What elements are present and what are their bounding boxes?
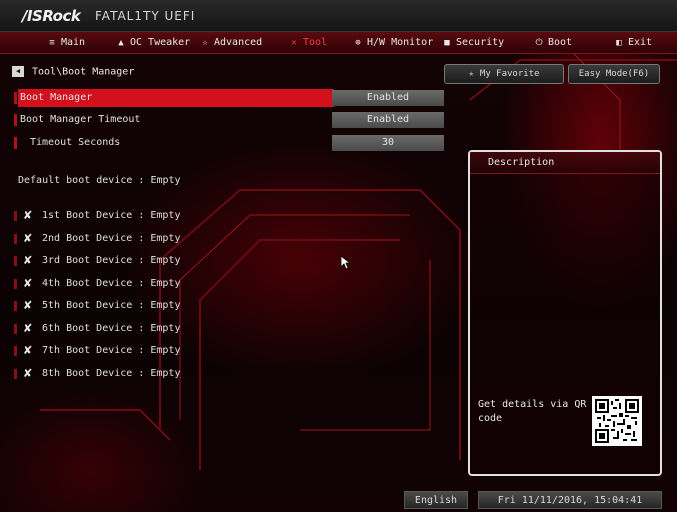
tool-icon: ✕ xyxy=(291,38,297,48)
setting-label: Timeout Seconds xyxy=(30,137,121,148)
boot-device-item[interactable]: ✘ 5th Boot Device : Empty xyxy=(14,297,214,315)
tab-security[interactable]: ■ Security xyxy=(441,35,504,51)
description-header: Description xyxy=(470,152,660,174)
tab-security-label: Security xyxy=(456,37,505,48)
tab-exit-label: Exit xyxy=(628,37,653,48)
star-icon: ☆ xyxy=(202,38,208,48)
tab-tool-label: Tool xyxy=(303,37,328,48)
default-boot-device-text: Default boot device : Empty xyxy=(18,175,181,186)
wrench-screwdriver-icon: ✘ xyxy=(24,231,32,246)
wrench-screwdriver-icon: ✘ xyxy=(24,321,32,336)
boot-device-item[interactable]: ✘ 6th Boot Device : Empty xyxy=(14,320,214,338)
wrench-screwdriver-icon: ✘ xyxy=(24,276,32,291)
main-menu-bar: ≡ Main ▲ OC Tweaker ☆ Advanced ✕ Tool ⊕ H/W M… xyxy=(0,32,677,54)
brand-logo: /ISRock xyxy=(22,7,81,25)
tab-boot[interactable]: ⏻ Boot xyxy=(533,35,572,51)
boot-device-label: 1st Boot Device : Empty xyxy=(42,210,181,221)
qr-instruction-text: Get details via QR code xyxy=(478,399,587,424)
easy-mode-button[interactable]: Easy Mode(F6) xyxy=(568,64,660,84)
wrench-screwdriver-icon: ✘ xyxy=(24,253,32,268)
boot-device-label: 8th Boot Device : Empty xyxy=(42,368,181,379)
breadcrumb-text: Tool\Boot Manager xyxy=(32,66,135,78)
exit-icon: ◧ xyxy=(616,38,622,48)
boot-device-label: 7th Boot Device : Empty xyxy=(42,345,181,356)
boot-device-label: 5th Boot Device : Empty xyxy=(42,300,181,311)
qr-code-image xyxy=(592,396,642,446)
power-icon: ⏻ xyxy=(535,38,543,48)
boot-device-label: 4th Boot Device : Empty xyxy=(42,278,181,289)
setting-row-boot-manager[interactable]: Boot Manager Enabled xyxy=(14,89,456,107)
boot-device-item[interactable]: ✘ 1st Boot Device : Empty xyxy=(14,207,214,225)
row-marker xyxy=(14,279,17,289)
description-title: Description xyxy=(488,157,555,168)
tab-oc-tweaker-label: OC Tweaker xyxy=(130,37,191,48)
tab-boot-label: Boot xyxy=(548,37,573,48)
language-button[interactable]: English xyxy=(404,491,468,509)
tab-advanced-label: Advanced xyxy=(214,37,263,48)
setting-value-dropdown[interactable]: Enabled xyxy=(332,112,444,128)
setting-label: Boot Manager Timeout xyxy=(20,114,141,125)
back-arrow-icon[interactable]: ◀ xyxy=(12,66,24,77)
date-time-display: Fri 11/11/2016, 15:04:41 xyxy=(478,491,662,509)
my-favorite-label: My Favorite xyxy=(479,69,540,79)
list-icon: ≡ xyxy=(49,38,55,48)
star-icon: ★ xyxy=(468,69,474,79)
row-marker xyxy=(14,137,17,149)
description-panel: Description Get details via QR code xyxy=(468,150,662,476)
easy-mode-label: Easy Mode(F6) xyxy=(578,69,650,79)
boot-device-label: 2nd Boot Device : Empty xyxy=(42,233,181,244)
boot-device-label: 3rd Boot Device : Empty xyxy=(42,255,181,266)
rocket-icon: ▲ xyxy=(118,38,124,48)
wrench-screwdriver-icon: ✘ xyxy=(24,298,32,313)
row-marker xyxy=(14,211,17,221)
mouse-pointer-icon xyxy=(340,255,352,270)
monitor-icon: ⊕ xyxy=(355,38,361,48)
row-marker xyxy=(14,256,17,266)
row-marker xyxy=(14,346,17,356)
boot-device-label: 6th Boot Device : Empty xyxy=(42,323,181,334)
brand-subtitle: FATAL1TY UEFI xyxy=(95,9,196,23)
tab-main-label: Main xyxy=(61,37,86,48)
row-marker xyxy=(14,92,17,104)
wrench-screwdriver-icon: ✘ xyxy=(24,343,32,358)
row-marker xyxy=(14,114,17,126)
setting-value-input[interactable]: 30 xyxy=(332,135,444,151)
row-marker xyxy=(14,369,17,379)
boot-device-item[interactable]: ✘ 8th Boot Device : Empty xyxy=(14,365,214,383)
tab-exit[interactable]: ◧ Exit xyxy=(613,35,652,51)
tab-hw-monitor-label: H/W Monitor xyxy=(367,37,434,48)
wrench-screwdriver-icon: ✘ xyxy=(24,208,32,223)
boot-device-item[interactable]: ✘ 3rd Boot Device : Empty xyxy=(14,252,214,270)
row-marker xyxy=(14,301,17,311)
boot-device-item[interactable]: ✘ 4th Boot Device : Empty xyxy=(14,275,214,293)
title-bar: /ISRock FATAL1TY UEFI xyxy=(0,0,677,32)
row-marker xyxy=(14,234,17,244)
shield-icon: ■ xyxy=(444,38,450,48)
tab-main[interactable]: ≡ Main xyxy=(46,35,85,51)
setting-row-timeout-seconds[interactable]: Timeout Seconds 30 xyxy=(14,134,456,152)
wrench-screwdriver-icon: ✘ xyxy=(24,366,32,381)
tab-tool[interactable]: ✕ Tool xyxy=(288,35,327,51)
tab-oc-tweaker[interactable]: ▲ OC Tweaker xyxy=(115,35,190,51)
my-favorite-button[interactable]: ★ My Favorite xyxy=(444,64,564,84)
row-marker xyxy=(14,324,17,334)
setting-label: Boot Manager xyxy=(20,92,93,103)
setting-row-boot-manager-timeout[interactable]: Boot Manager Timeout Enabled xyxy=(14,111,456,129)
breadcrumb: ◀ Tool\Boot Manager xyxy=(12,66,134,78)
status-bar: English Fri 11/11/2016, 15:04:41 xyxy=(0,486,677,512)
setting-value-dropdown[interactable]: Enabled xyxy=(332,90,444,106)
boot-device-item[interactable]: ✘ 2nd Boot Device : Empty xyxy=(14,230,214,248)
tab-advanced[interactable]: ☆ Advanced xyxy=(199,35,262,51)
boot-device-item[interactable]: ✘ 7th Boot Device : Empty xyxy=(14,342,214,360)
tab-hw-monitor[interactable]: ⊕ H/W Monitor xyxy=(352,35,433,51)
